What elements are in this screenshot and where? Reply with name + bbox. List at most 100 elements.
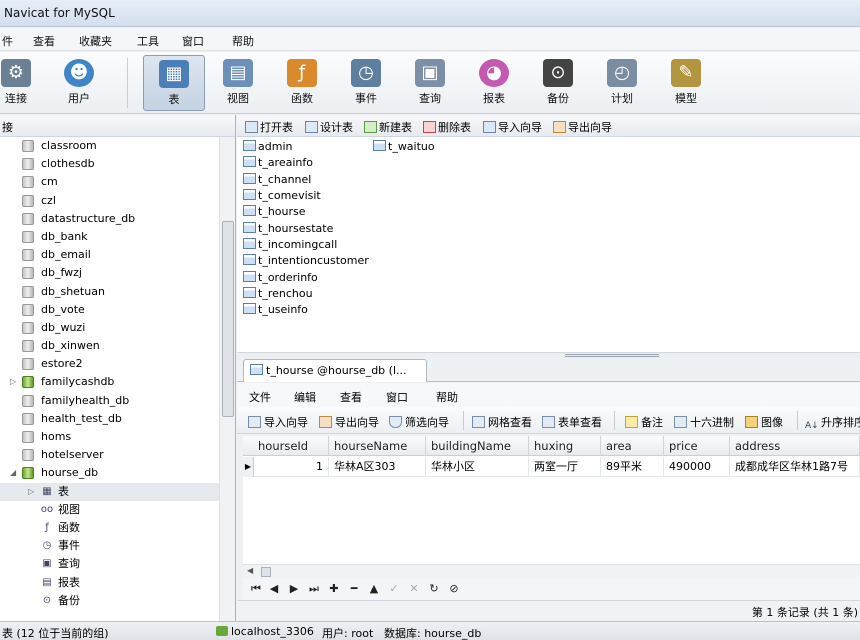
tree-db-datastructure_db[interactable]: datastructure_db: [0, 210, 219, 228]
tree-node-functions[interactable]: ƒ 函数: [0, 519, 219, 537]
grid-horizontal-scrollbar[interactable]: ◀: [243, 564, 860, 578]
toolbar-view-button[interactable]: ▤ 视图: [207, 55, 269, 111]
column-header-buildingName[interactable]: buildingName: [426, 436, 529, 456]
tree-node-queries[interactable]: ▣ 查询: [0, 555, 219, 573]
table-item-t_useinfo[interactable]: t_useinfo: [243, 302, 308, 318]
stop-icon[interactable]: ⊘: [447, 582, 461, 595]
filter-wizard-button[interactable]: 筛选向导: [389, 414, 449, 430]
cell-price[interactable]: 490000: [664, 457, 730, 477]
open-table-button[interactable]: 打开表: [245, 119, 293, 135]
table-item-t_renchou[interactable]: t_renchou: [243, 286, 313, 302]
cancel-changes-icon[interactable]: ✕: [407, 582, 421, 595]
tree-node-backups[interactable]: ⊙ 备份: [0, 592, 219, 610]
tab-t_hourse[interactable]: t_hourse @hourse_db (l...: [243, 359, 427, 382]
grid-import-wizard-button[interactable]: 导入向导: [248, 414, 308, 430]
tree-db-clothesdb[interactable]: clothesdb: [0, 155, 219, 173]
tree-db-homs[interactable]: homs: [0, 428, 219, 446]
toolbar-model-button[interactable]: ✎ 模型: [655, 55, 717, 111]
cell-address[interactable]: 成都成华区华林1路7号: [730, 457, 860, 477]
tree-db-czl[interactable]: czl: [0, 192, 219, 210]
tree-db-cm[interactable]: cm: [0, 173, 219, 191]
table-item-t_hoursestate[interactable]: t_hoursestate: [243, 221, 333, 237]
menu-favorites[interactable]: 收藏夹: [79, 33, 112, 49]
grid-export-wizard-button[interactable]: 导出向导: [319, 414, 379, 430]
chevron-right-icon[interactable]: ▷: [28, 483, 38, 501]
column-header-price[interactable]: price: [664, 436, 730, 456]
table-item-t_areainfo[interactable]: t_areainfo: [243, 155, 313, 171]
table-item-t_channel[interactable]: t_channel: [243, 172, 311, 188]
cell-hourseId[interactable]: 1: [253, 457, 329, 477]
tree-db-familycashdb[interactable]: ▷ familycashdb: [0, 373, 219, 391]
tree-db-db_shetuan[interactable]: db_shetuan: [0, 283, 219, 301]
tree-node-reports[interactable]: ▤ 报表: [0, 574, 219, 592]
tree-db-hotelserver[interactable]: hotelserver: [0, 446, 219, 464]
memo-button[interactable]: 备注: [625, 414, 663, 430]
inner-menu-window[interactable]: 窗口: [386, 389, 408, 405]
tree-db-db_fwzj[interactable]: db_fwzj: [0, 264, 219, 282]
column-header-huxing[interactable]: huxing: [529, 436, 601, 456]
hex-button[interactable]: 十六进制: [674, 414, 734, 430]
splitter-grip[interactable]: [565, 354, 659, 357]
delete-table-button[interactable]: 删除表: [423, 119, 471, 135]
table-item-t_hourse[interactable]: t_hourse: [243, 204, 306, 220]
table-item-t_incomingcall[interactable]: t_incomingcall: [243, 237, 337, 253]
design-table-button[interactable]: 设计表: [305, 119, 353, 135]
tree-db-db_vote[interactable]: db_vote: [0, 301, 219, 319]
toolbar-backup-button[interactable]: ⊙ 备份: [527, 55, 589, 111]
tree-db-db_wuzi[interactable]: db_wuzi: [0, 319, 219, 337]
tree-db-db_xinwen[interactable]: db_xinwen: [0, 337, 219, 355]
delete-record-icon[interactable]: ━: [347, 582, 361, 595]
column-header-hourseName[interactable]: hourseName: [329, 436, 426, 456]
toolbar-event-button[interactable]: ◷ 事件: [335, 55, 397, 111]
tree-db-familyhealth_db[interactable]: familyhealth_db: [0, 392, 219, 410]
first-record-icon[interactable]: ⏮: [249, 582, 263, 596]
inner-menu-view[interactable]: 查看: [340, 389, 362, 405]
table-item-admin[interactable]: admin: [243, 139, 292, 155]
tree-db-hourse_db[interactable]: ◢ hourse_db: [0, 464, 219, 482]
tree-db-classroom[interactable]: classroom: [0, 137, 219, 155]
tree-node-tables[interactable]: ▷ ▦ 表: [0, 482, 219, 501]
image-button[interactable]: 图像: [745, 414, 783, 430]
refresh-icon[interactable]: ↻: [427, 582, 441, 595]
tree-node-events[interactable]: ◷ 事件: [0, 537, 219, 555]
toolbar-function-button[interactable]: ƒ 函数: [271, 55, 333, 111]
table-item-t_orderinfo[interactable]: t_orderinfo: [243, 270, 318, 286]
tree-node-views[interactable]: oo 视图: [0, 501, 219, 519]
toolbar-user-button[interactable]: ☻ 用户: [48, 55, 110, 111]
menu-tools[interactable]: 工具: [137, 33, 159, 49]
next-record-icon[interactable]: ▶: [287, 582, 301, 595]
column-header-address[interactable]: address: [730, 436, 860, 456]
tree-scrollbar-thumb[interactable]: [222, 221, 234, 417]
menu-view[interactable]: 查看: [33, 33, 55, 49]
inner-menu-edit[interactable]: 编辑: [294, 389, 316, 405]
column-header-hourseId[interactable]: hourseId: [253, 436, 329, 456]
new-table-button[interactable]: 新建表: [364, 119, 412, 135]
table-item-t_intentioncustomer[interactable]: t_intentioncustomer: [243, 253, 369, 269]
table-item-t_comevisit[interactable]: t_comevisit: [243, 188, 321, 204]
sort-ascending-button[interactable]: A↓ 升序排序: [805, 414, 860, 433]
toolbar-report-button[interactable]: ◕ 报表: [463, 55, 525, 111]
toolbar-schedule-button[interactable]: ◴ 计划: [591, 55, 653, 111]
chevron-right-icon[interactable]: ▷: [10, 373, 20, 391]
apply-changes-icon[interactable]: ✓: [387, 582, 401, 595]
menu-help[interactable]: 帮助: [232, 33, 254, 49]
scroll-left-icon[interactable]: ◀: [247, 566, 253, 575]
tree-db-estore2[interactable]: estore2: [0, 355, 219, 373]
inner-menu-help[interactable]: 帮助: [436, 389, 458, 405]
previous-record-icon[interactable]: ◀: [267, 582, 281, 595]
toolbar-query-button[interactable]: ▣ 查询: [399, 55, 461, 111]
cell-area[interactable]: 89平米: [601, 457, 664, 477]
cell-huxing[interactable]: 两室一厅: [529, 457, 601, 477]
toolbar-connection-button[interactable]: ⚙ 连接: [0, 55, 47, 111]
move-up-icon[interactable]: ▲: [367, 582, 381, 595]
cell-buildingName[interactable]: 华林小区: [426, 457, 529, 477]
table-item-t_waituo[interactable]: t_waituo: [373, 139, 435, 155]
chevron-down-icon[interactable]: ◢: [10, 464, 20, 482]
cell-hourseName[interactable]: 华林A区303: [329, 457, 426, 477]
form-view-button[interactable]: 表单查看: [542, 414, 602, 430]
menu-file[interactable]: 件: [2, 33, 13, 49]
tree-db-db_bank[interactable]: db_bank: [0, 228, 219, 246]
add-record-icon[interactable]: ✚: [327, 582, 341, 595]
grid-view-button[interactable]: 网格查看: [472, 414, 532, 430]
table-row[interactable]: ▶ 1 华林A区303 华林小区 两室一厅 89平米 490000 成都成华区华…: [243, 457, 860, 477]
